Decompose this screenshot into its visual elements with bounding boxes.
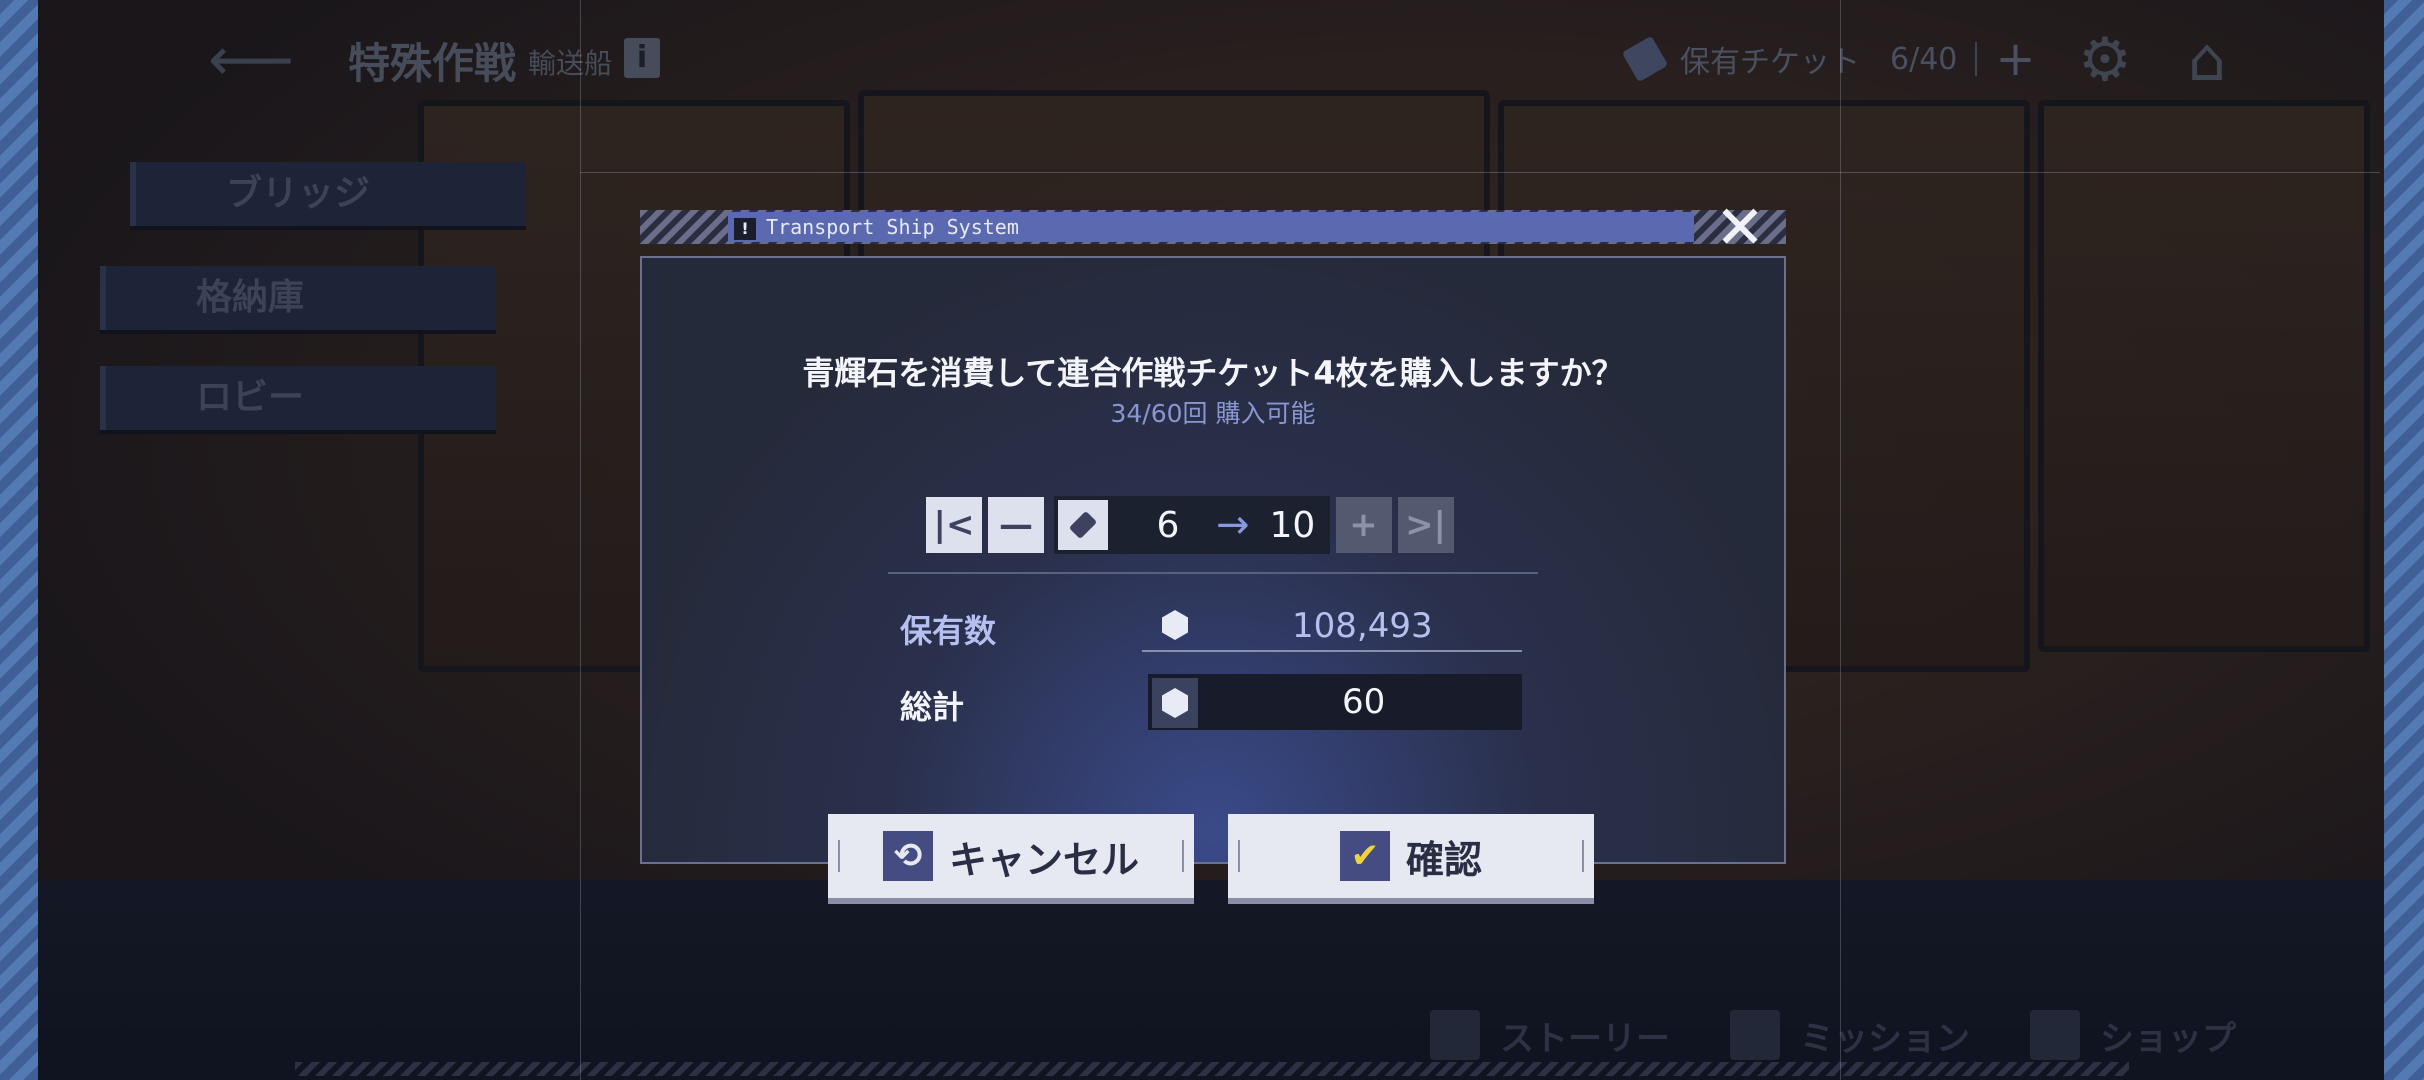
ticket-counter: 保有チケット 6/40 +: [1621, 35, 2036, 83]
back-arrow-icon[interactable]: ⟵: [208, 30, 318, 90]
dialog-title-bar: ! Transport Ship System: [728, 212, 1694, 242]
divider: [888, 572, 1538, 574]
confirm-button[interactable]: ✔ 確認: [1228, 814, 1594, 898]
owned-value: 108,493: [1292, 606, 1433, 646]
gem-icon: [1152, 600, 1198, 650]
bottom-nav-label: ショップ: [2100, 1018, 2236, 1059]
warning-icon: !: [734, 217, 756, 240]
book-icon: [1430, 1010, 1480, 1060]
current-quantity: 6: [1156, 504, 1180, 546]
bottom-nav-label: ストーリー: [1500, 1018, 1670, 1059]
bottom-nav-label: ミッション: [1800, 1018, 1970, 1059]
gem-icon: [1152, 678, 1198, 728]
page-title: 特殊作戦: [348, 39, 517, 88]
dialog-question: 青輝石を消費して連合作戦チケット4枚を購入しますか？: [802, 354, 1624, 392]
home-icon[interactable]: ⌂: [2188, 28, 2258, 92]
decrease-button[interactable]: —: [988, 497, 1044, 553]
clipboard-icon: [1730, 1010, 1780, 1060]
close-icon[interactable]: ✕: [1712, 198, 1768, 258]
dialog-header: ! Transport Ship System: [640, 210, 1786, 244]
owned-label: 保有数: [900, 612, 997, 650]
ticket-count: 6/40: [1890, 41, 1958, 77]
decor-line: [580, 172, 2380, 173]
ticket-label: 保有チケット: [1680, 45, 1860, 80]
ticket-icon: [1058, 500, 1108, 550]
total-value: 60: [1342, 682, 1386, 722]
ticket-icon: [1621, 35, 1669, 83]
bottom-nav: ストーリー ミッション ショップ: [1430, 1010, 2236, 1060]
page-subtitle: 輸送船: [528, 47, 613, 80]
add-ticket-button[interactable]: +: [1995, 35, 2035, 83]
shop-icon: [2030, 1010, 2080, 1060]
cancel-label: キャンセル: [948, 837, 1139, 882]
increase-button[interactable]: +: [1335, 497, 1392, 553]
owned-underline: [1142, 650, 1522, 652]
min-quantity-button[interactable]: |<: [926, 497, 982, 553]
total-label: 総計: [900, 688, 965, 726]
decor-line: [580, 0, 581, 1080]
side-nav-lobby[interactable]: ロビー: [100, 366, 496, 430]
side-nav-bridge[interactable]: ブリッジ: [130, 162, 526, 226]
gear-icon[interactable]: ⚙: [2078, 30, 2138, 90]
dialog-title: Transport Ship System: [766, 215, 1019, 239]
top-bar: ⟵ 特殊作戦 輸送船 i 保有チケット 6/40 + ⚙ ⌂: [38, 0, 2384, 120]
purchase-remaining: 34/60回 購入可能: [1110, 399, 1316, 428]
quantity-display: 6 → 10: [1054, 496, 1330, 554]
bottom-nav-story[interactable]: ストーリー: [1430, 1010, 1670, 1060]
total-box: [1148, 674, 1522, 730]
confirm-label: 確認: [1405, 837, 1482, 882]
bottom-decor-bar: [295, 1062, 2129, 1076]
bottom-nav-mission[interactable]: ミッション: [1730, 1010, 1970, 1060]
check-icon: ✔: [1339, 831, 1390, 881]
left-border-stripe: [0, 0, 38, 1080]
right-border-stripe: [2384, 0, 2424, 1080]
divider: [1975, 42, 1978, 76]
cancel-button[interactable]: ⟲ キャンセル: [828, 814, 1194, 898]
purchase-dialog: 青輝石を消費して連合作戦チケット4枚を購入しますか？ 34/60回 購入可能 |…: [640, 256, 1786, 864]
info-icon[interactable]: i: [624, 38, 660, 78]
arrow-right-icon: →: [1216, 502, 1250, 548]
decor-line: [1840, 0, 1841, 1080]
bottom-nav-shop[interactable]: ショップ: [2030, 1010, 2236, 1060]
quantity-stepper: |< — 6 → 10 + >|: [926, 496, 1460, 554]
target-quantity: 10: [1269, 504, 1316, 546]
side-nav-hangar[interactable]: 格納庫: [100, 266, 496, 330]
max-quantity-button[interactable]: >|: [1397, 497, 1454, 553]
cancel-icon: ⟲: [882, 831, 933, 881]
